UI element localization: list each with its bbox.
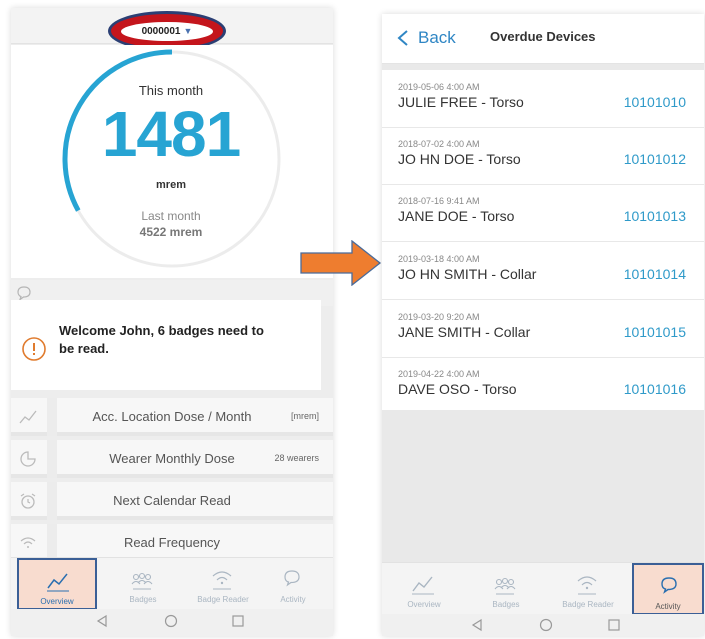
device-datetime: 2018-07-02 4:00 AM [398, 139, 480, 149]
recents-square-icon[interactable] [607, 618, 621, 632]
people-icon [494, 577, 516, 595]
tab-overview[interactable]: Overview [384, 563, 464, 615]
tab-activity[interactable]: Activity [253, 558, 333, 610]
device-id-link[interactable]: 10101013 [624, 208, 686, 224]
device-row[interactable]: 2019-04-22 4:00 AM DAVE OSO - Torso 1010… [382, 357, 704, 415]
this-month-label: This month [138, 83, 204, 98]
this-month-dose-value: 1481 [101, 98, 241, 170]
device-datetime: 2019-03-18 4:00 AM [398, 254, 480, 264]
menu-next-calendar-read[interactable]: Next Calendar Read [11, 482, 333, 520]
dose-summary-card: This month 1481 mrem Last month 4522 mre… [11, 45, 333, 278]
back-label: Back [418, 28, 456, 47]
chat-icon [284, 570, 300, 587]
device-row[interactable]: 2018-07-02 4:00 AM JO HN DOE - Torso 101… [382, 127, 704, 185]
device-row[interactable]: 2019-05-06 4:00 AM JULIE FREE - Torso 10… [382, 70, 704, 128]
dose-unit-label: mrem [156, 179, 186, 191]
device-datetime: 2019-04-22 4:00 AM [398, 369, 480, 379]
tab-badge-reader[interactable]: Badge Reader [548, 563, 628, 615]
menu-item-label: Acc. Location Dose / Month [92, 409, 252, 424]
device-id-link[interactable]: 10101012 [624, 151, 686, 167]
system-nav-bar [11, 609, 333, 636]
system-nav-bar [382, 614, 704, 636]
bottom-tab-bar: Overview Badges Badge Reader Activity [382, 562, 704, 615]
device-wearer: JULIE FREE - Torso [398, 94, 524, 110]
device-datetime: 2019-05-06 4:00 AM [398, 82, 480, 92]
tab-label: Badges [129, 595, 157, 604]
menu-item-label: Read Frequency [123, 535, 221, 550]
line-chart-icon [47, 573, 69, 592]
tab-label: Overview [40, 597, 74, 606]
tab-label: Badges [492, 600, 520, 609]
header-bar: Back Overdue Devices [382, 14, 704, 64]
overdue-device-list: 2019-05-06 4:00 AM JULIE FREE - Torso 10… [382, 70, 704, 410]
device-wearer: DAVE OSO - Torso [398, 381, 517, 397]
tab-label: Badge Reader [197, 595, 249, 604]
device-selector-highlight: 0000001 ▼ [111, 14, 223, 48]
last-month-dose-value: 4522 mrem [139, 225, 203, 239]
tab-badges[interactable]: Badges [466, 563, 546, 615]
device-wearer: JO HN DOE - Torso [398, 151, 521, 167]
menu-acc-location-dose[interactable]: Acc. Location Dose / Month [mrem] [11, 398, 333, 436]
people-icon [131, 572, 153, 590]
tab-label: Badge Reader [562, 600, 614, 609]
chevron-down-icon: ▼ [183, 26, 193, 36]
device-id-link[interactable]: 10101015 [624, 324, 686, 340]
menu-item-meta: 28 wearers [274, 453, 319, 463]
device-row[interactable]: 2019-03-20 9:20 AM JANE SMITH - Collar 1… [382, 300, 704, 358]
last-month-label: Last month [141, 209, 201, 223]
welcome-message: Welcome John, 6 badges need to be read. [59, 323, 264, 356]
line-chart-icon [412, 576, 434, 595]
device-selector-value: 0000001 [141, 26, 181, 37]
welcome-notification[interactable]: Welcome John, 6 badges need to be read. [11, 300, 321, 390]
device-wearer: JANE DOE - Torso [398, 208, 515, 224]
device-wearer: JO HN SMITH - Collar [398, 266, 537, 282]
overview-screen: 0000001 ▼ This month 1481 mrem Last month… [11, 8, 333, 636]
tab-label: Activity [655, 602, 681, 611]
menu-wearer-monthly-dose[interactable]: Wearer Monthly Dose 28 wearers [11, 440, 333, 478]
chevron-left-icon [397, 30, 408, 46]
warning-icon [22, 337, 46, 361]
transition-arrow-icon [300, 240, 382, 286]
recents-square-icon[interactable] [231, 614, 245, 628]
home-circle-icon[interactable] [539, 618, 553, 632]
tab-badges[interactable]: Badges [103, 558, 183, 610]
tab-label: Overview [407, 600, 441, 609]
device-id-link[interactable]: 10101010 [624, 94, 686, 110]
device-wearer: JANE SMITH - Collar [398, 324, 531, 340]
back-triangle-icon[interactable] [95, 614, 109, 628]
tab-overview[interactable]: Overview [17, 558, 97, 610]
tab-label: Activity [280, 595, 306, 604]
menu-item-meta: [mrem] [291, 411, 319, 421]
chat-icon [661, 577, 677, 594]
device-selector-dropdown[interactable]: 0000001 ▼ [121, 22, 213, 41]
tab-badge-reader[interactable]: Badge Reader [183, 558, 263, 610]
tab-activity[interactable]: Activity [632, 563, 704, 615]
device-datetime: 2018-07-16 9:41 AM [398, 196, 480, 206]
page-title: Overdue Devices [490, 29, 596, 44]
back-triangle-icon[interactable] [470, 618, 484, 632]
overdue-devices-screen: Back Overdue Devices 2019-05-06 4:00 AM … [382, 14, 704, 636]
device-id-link[interactable]: 10101016 [624, 381, 686, 397]
device-row[interactable]: 2018-07-16 9:41 AM JANE DOE - Torso 1010… [382, 184, 704, 242]
home-circle-icon[interactable] [164, 614, 178, 628]
menu-item-label: Next Calendar Read [113, 493, 231, 508]
device-datetime: 2019-03-20 9:20 AM [398, 312, 480, 322]
wifi-icon [212, 571, 232, 590]
bottom-tab-bar: Overview Badges Badge Reader Activity [11, 557, 333, 610]
device-id-link[interactable]: 10101014 [624, 266, 686, 282]
screenshot-root: 0000001 ▼ This month 1481 mrem Last month… [0, 0, 705, 639]
device-row[interactable]: 2019-03-18 4:00 AM JO HN SMITH - Collar … [382, 242, 704, 300]
wifi-icon [577, 576, 597, 595]
